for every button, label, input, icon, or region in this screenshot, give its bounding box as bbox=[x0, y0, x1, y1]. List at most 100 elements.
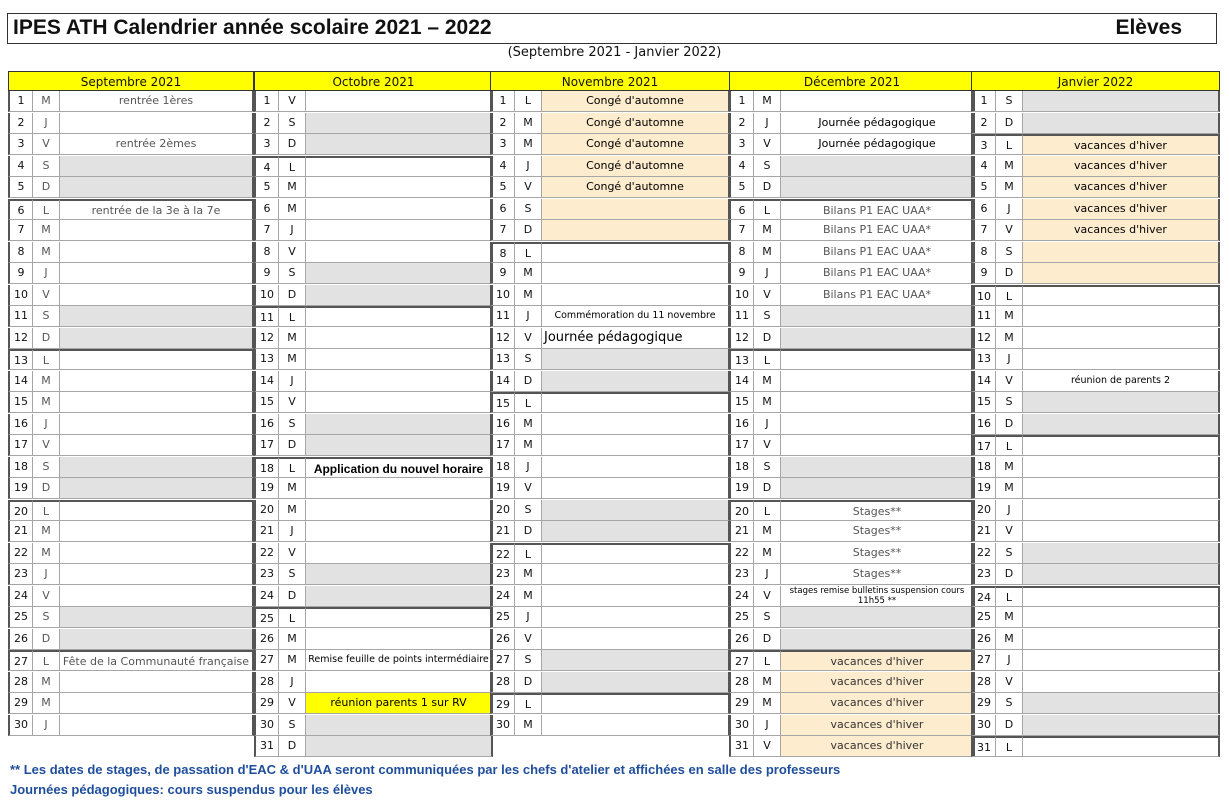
day-number: 12 bbox=[254, 327, 279, 349]
weekday-letter: V bbox=[279, 392, 306, 413]
day-number: 25 bbox=[971, 607, 996, 628]
day-number: 5 bbox=[729, 177, 754, 198]
day-event bbox=[306, 564, 493, 585]
day-event bbox=[1023, 650, 1220, 671]
day-number: 8 bbox=[490, 241, 515, 263]
day-event bbox=[306, 112, 493, 134]
day-number: 12 bbox=[729, 327, 754, 349]
weekday-letter: J bbox=[279, 521, 306, 542]
day-row: 6 L Bilans P1 EAC UAA* bbox=[729, 198, 975, 220]
day-number: 4 bbox=[254, 155, 279, 177]
day-event bbox=[1023, 456, 1220, 478]
weekday-letter: M bbox=[754, 220, 781, 241]
day-event bbox=[1023, 671, 1220, 693]
day-row: 14 J bbox=[254, 370, 493, 392]
weekday-letter: M bbox=[515, 134, 542, 155]
day-row: 14 D bbox=[490, 370, 730, 392]
day-number: 29 bbox=[8, 693, 33, 714]
day-number: 14 bbox=[971, 370, 996, 392]
day-event bbox=[60, 370, 254, 392]
day-event bbox=[1023, 413, 1220, 435]
day-event bbox=[1023, 628, 1220, 650]
day-row: 4S bbox=[8, 155, 254, 177]
day-number: 3 bbox=[8, 134, 33, 155]
day-number: 2 bbox=[729, 112, 754, 134]
weekday-letter: M bbox=[33, 370, 60, 392]
weekday-letter: M bbox=[996, 306, 1023, 327]
day-row: 27 Lvacances d'hiver bbox=[729, 650, 975, 671]
day-number: 9 bbox=[490, 263, 515, 284]
weekday-letter: L bbox=[279, 607, 306, 628]
day-number: 26 bbox=[971, 628, 996, 650]
weekday-letter: V bbox=[279, 241, 306, 263]
weekday-letter: D bbox=[279, 736, 306, 757]
day-row: 29 Vréunion parents 1 sur RV bbox=[254, 693, 493, 714]
day-event bbox=[60, 714, 254, 736]
day-event bbox=[306, 628, 493, 650]
weekday-letter: V bbox=[754, 284, 781, 306]
day-row: 24 Vstages remise bulletins suspension co… bbox=[729, 585, 975, 607]
weekday-letter: M bbox=[33, 91, 60, 112]
day-event: vacances d'hiver bbox=[781, 736, 975, 757]
day-event bbox=[1023, 564, 1220, 585]
day-event bbox=[781, 370, 975, 392]
day-row: 27 M Remise feuille de points intermédiair… bbox=[254, 650, 493, 671]
weekday-letter: M bbox=[754, 693, 781, 714]
day-number: 12 bbox=[490, 327, 515, 349]
day-event bbox=[60, 521, 254, 542]
weekday-letter: D bbox=[515, 521, 542, 542]
day-number: 30 bbox=[971, 714, 996, 736]
weekday-letter: V bbox=[515, 177, 542, 198]
day-row: 7 M Bilans P1 EAC UAA* bbox=[729, 220, 975, 241]
day-row: 14 Vréunion de parents 2 bbox=[971, 370, 1220, 392]
day-number: 21 bbox=[971, 521, 996, 542]
day-number: 20 bbox=[490, 499, 515, 521]
day-number: 4 bbox=[729, 155, 754, 177]
weekday-letter: M bbox=[279, 327, 306, 349]
day-number: 11 bbox=[971, 306, 996, 327]
day-number: 25 bbox=[8, 607, 33, 628]
weekday-letter: M bbox=[754, 521, 781, 542]
day-row: 26 V bbox=[490, 628, 730, 650]
weekday-letter: M bbox=[996, 155, 1023, 177]
footnote-pedagogical-days: Journées pédagogiques: cours suspendus p… bbox=[10, 782, 373, 797]
day-event bbox=[60, 177, 254, 198]
day-event bbox=[306, 306, 493, 327]
weekday-letter: V bbox=[996, 671, 1023, 693]
day-number: 20 bbox=[8, 499, 33, 521]
day-event bbox=[306, 736, 493, 757]
weekday-letter: M bbox=[515, 112, 542, 134]
day-number: 24 bbox=[8, 585, 33, 607]
day-event bbox=[781, 306, 975, 327]
day-event bbox=[60, 542, 254, 564]
day-event bbox=[1023, 521, 1220, 542]
day-row: 27 J bbox=[971, 650, 1220, 671]
weekday-letter: S bbox=[515, 650, 542, 671]
day-row: 20 L Stages** bbox=[729, 499, 975, 521]
day-number: 13 bbox=[8, 349, 33, 370]
day-row: 8S bbox=[971, 241, 1220, 263]
weekday-letter: L bbox=[996, 585, 1023, 607]
weekday-letter: V bbox=[754, 736, 781, 757]
day-number: 15 bbox=[8, 392, 33, 413]
day-event bbox=[60, 607, 254, 628]
day-row: 2S bbox=[254, 112, 493, 134]
day-event bbox=[781, 456, 975, 478]
day-event: Congé d'automne bbox=[542, 134, 730, 155]
day-event bbox=[306, 413, 493, 435]
weekday-letter: D bbox=[996, 413, 1023, 435]
month-header: Novembre 2021 bbox=[490, 71, 730, 91]
day-row: 7D bbox=[490, 220, 730, 241]
day-number: 13 bbox=[490, 349, 515, 370]
day-number: 23 bbox=[971, 564, 996, 585]
day-row: 10 L bbox=[971, 284, 1220, 306]
day-number: 11 bbox=[8, 306, 33, 327]
month-header: Octobre 2021 bbox=[254, 71, 493, 91]
weekday-letter: J bbox=[33, 112, 60, 134]
day-row: 23 J bbox=[8, 564, 254, 585]
day-number: 17 bbox=[729, 435, 754, 456]
day-row: 22 L bbox=[490, 542, 730, 564]
day-number: 12 bbox=[8, 327, 33, 349]
day-event bbox=[542, 521, 730, 542]
weekday-letter: J bbox=[33, 263, 60, 284]
